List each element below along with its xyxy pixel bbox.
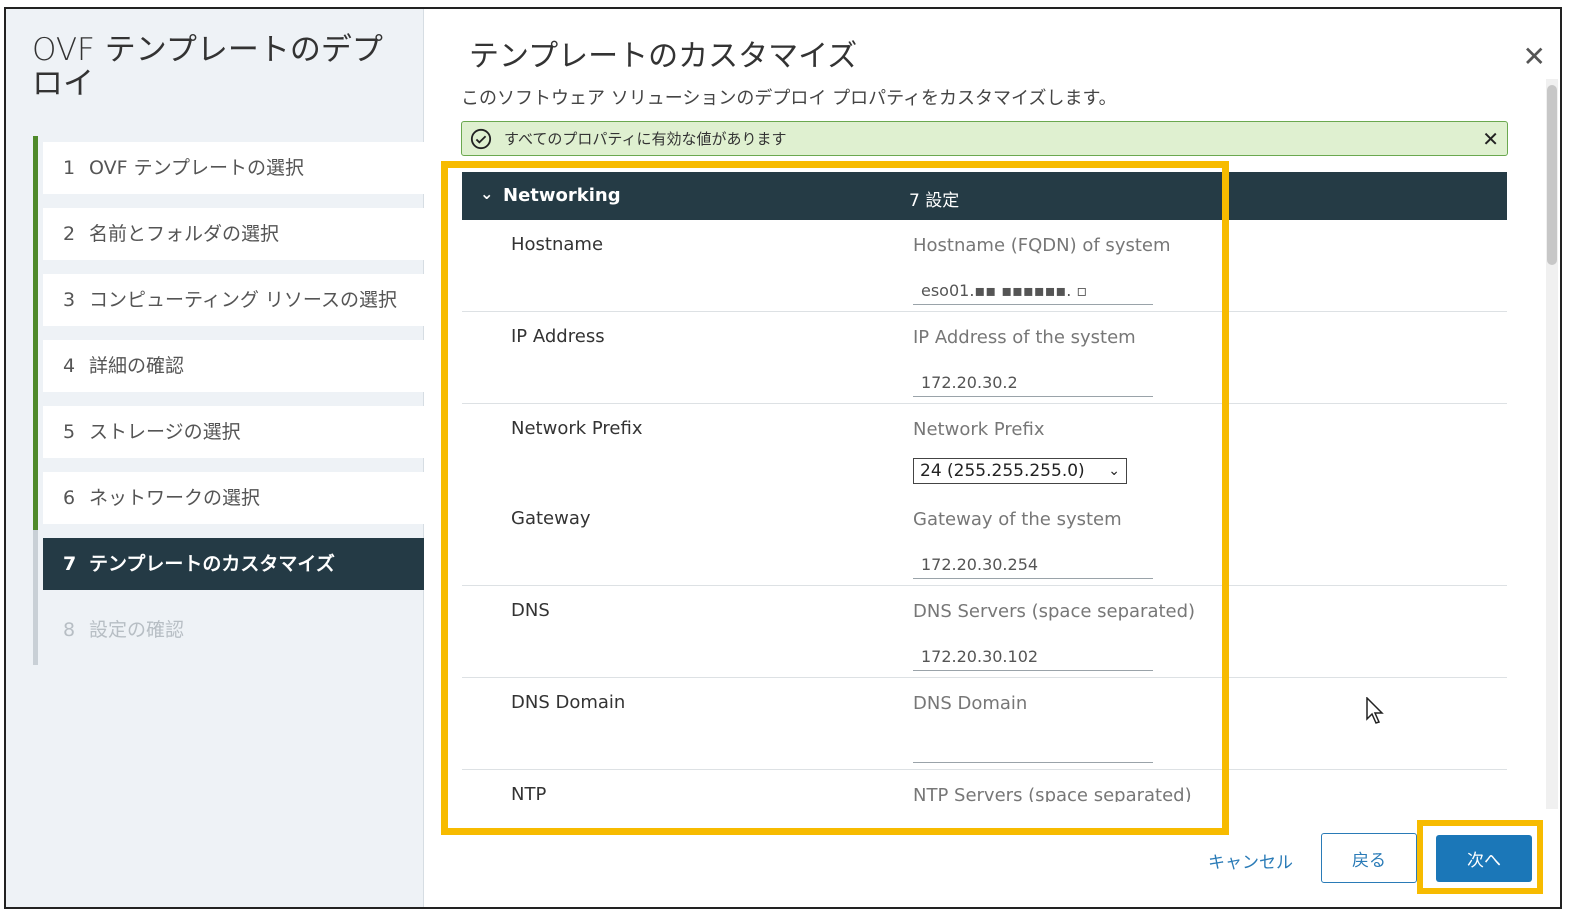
step-label: OVF テンプレートの選択 xyxy=(89,157,305,179)
property-label: DNS xyxy=(511,600,550,621)
properties-table: ⌄ Networking 7 設定 Hostname Hostname (FQD… xyxy=(462,172,1507,802)
table-row: Hostname Hostname (FQDN) of system xyxy=(462,220,1507,312)
step-label: 設定の確認 xyxy=(89,619,185,641)
property-desc: IP Address of the system xyxy=(913,327,1136,348)
back-button[interactable]: 戻る xyxy=(1321,833,1417,883)
table-row: NTP NTP Servers (space separated) xyxy=(462,770,1507,802)
property-desc: DNS Domain xyxy=(913,693,1028,714)
table-row: Gateway Gateway of the system xyxy=(462,494,1507,586)
property-desc: Hostname (FQDN) of system xyxy=(913,235,1171,256)
section-name: Networking xyxy=(503,185,621,206)
wizard-sidebar: OVF テンプレートのデプロイ 1 OVF テンプレートの選択 2 名前とフォルダの… xyxy=(6,9,424,907)
table-row: Network Prefix Network Prefix 24 (255.25… xyxy=(462,404,1507,496)
property-desc: Network Prefix xyxy=(913,419,1045,440)
dns-domain-input[interactable] xyxy=(913,735,1153,763)
step-label: ストレージの選択 xyxy=(89,421,241,443)
chevron-down-icon: ⌄ xyxy=(1108,463,1120,479)
progress-bar-pending xyxy=(33,530,38,665)
table-row: DNS Domain DNS Domain xyxy=(462,678,1507,770)
select-value: 24 (255.255.255.0) xyxy=(920,461,1085,481)
dns-input[interactable] xyxy=(913,643,1153,671)
alert-close-icon[interactable]: ✕ xyxy=(1482,127,1499,151)
page-title: テンプレートのカスタマイズ xyxy=(469,39,858,74)
section-count: 7 設定 xyxy=(909,191,960,211)
step-label: テンプレートのカスタマイズ xyxy=(89,553,335,575)
step-label: ネットワークの選択 xyxy=(89,487,261,509)
scrollbar-thumb[interactable] xyxy=(1547,85,1557,265)
network-prefix-select[interactable]: 24 (255.255.255.0) ⌄ xyxy=(913,458,1127,484)
cancel-button[interactable]: キャンセル xyxy=(1208,848,1293,873)
step-label: 詳細の確認 xyxy=(89,355,185,377)
wizard-step-8: 8 設定の確認 xyxy=(43,604,424,656)
step-label: コンピューティング リソースの選択 xyxy=(89,289,397,311)
next-button[interactable]: 次へ xyxy=(1436,835,1532,882)
wizard-step-1[interactable]: 1 OVF テンプレートの選択 xyxy=(43,142,424,194)
alert-text: すべてのプロパティに有効な値があります xyxy=(504,130,787,148)
step-number: 2 xyxy=(63,223,76,245)
ip-address-input[interactable] xyxy=(913,369,1153,397)
property-label: Gateway xyxy=(511,508,591,529)
step-number: 4 xyxy=(63,355,76,377)
property-label: Network Prefix xyxy=(511,418,643,439)
property-desc: DNS Servers (space separated) xyxy=(913,601,1196,622)
close-icon[interactable]: ✕ xyxy=(1523,43,1546,71)
property-label: NTP xyxy=(511,784,547,802)
step-number: 1 xyxy=(63,157,76,179)
property-label: Hostname xyxy=(511,234,604,255)
deploy-ovf-dialog: OVF テンプレートのデプロイ 1 OVF テンプレートの選択 2 名前とフォルダの… xyxy=(4,7,1562,909)
wizard-step-6[interactable]: 6 ネットワークの選択 xyxy=(43,472,424,524)
property-label: DNS Domain xyxy=(511,692,626,713)
progress-bar-done xyxy=(33,136,38,530)
property-desc: Gateway of the system xyxy=(913,509,1122,530)
wizard-step-7-active[interactable]: 7 テンプレートのカスタマイズ xyxy=(43,538,424,590)
wizard-step-5[interactable]: 5 ストレージの選択 xyxy=(43,406,424,458)
main-content: テンプレートのカスタマイズ ✕ このソフトウェア ソリューションのデプロイ プロ… xyxy=(425,9,1560,907)
chevron-down-icon[interactable]: ⌄ xyxy=(480,184,493,203)
step-number: 5 xyxy=(63,421,76,443)
step-number: 6 xyxy=(63,487,76,509)
property-label: IP Address xyxy=(511,326,605,347)
page-subtitle: このソフトウェア ソリューションのデプロイ プロパティをカスタマイズします。 xyxy=(461,88,1117,109)
step-number: 7 xyxy=(63,553,77,575)
wizard-step-3[interactable]: 3 コンピューティング リソースの選択 xyxy=(43,274,424,326)
mouse-cursor-icon xyxy=(1366,697,1384,724)
success-alert: すべてのプロパティに有効な値があります ✕ xyxy=(461,121,1508,156)
step-label: 名前とフォルダの選択 xyxy=(89,223,280,245)
section-header-networking[interactable]: ⌄ Networking 7 設定 xyxy=(462,172,1507,220)
step-number: 8 xyxy=(63,619,76,641)
gateway-input[interactable] xyxy=(913,551,1153,579)
wizard-step-2[interactable]: 2 名前とフォルダの選択 xyxy=(43,208,424,260)
hostname-input[interactable] xyxy=(913,277,1153,305)
wizard-title: OVF テンプレートのデプロイ xyxy=(32,32,383,102)
property-desc: NTP Servers (space separated) xyxy=(913,785,1192,802)
wizard-step-4[interactable]: 4 詳細の確認 xyxy=(43,340,424,392)
table-row: IP Address IP Address of the system xyxy=(462,312,1507,404)
table-row: DNS DNS Servers (space separated) xyxy=(462,586,1507,678)
step-number: 3 xyxy=(63,289,76,311)
check-circle-icon xyxy=(470,128,492,149)
